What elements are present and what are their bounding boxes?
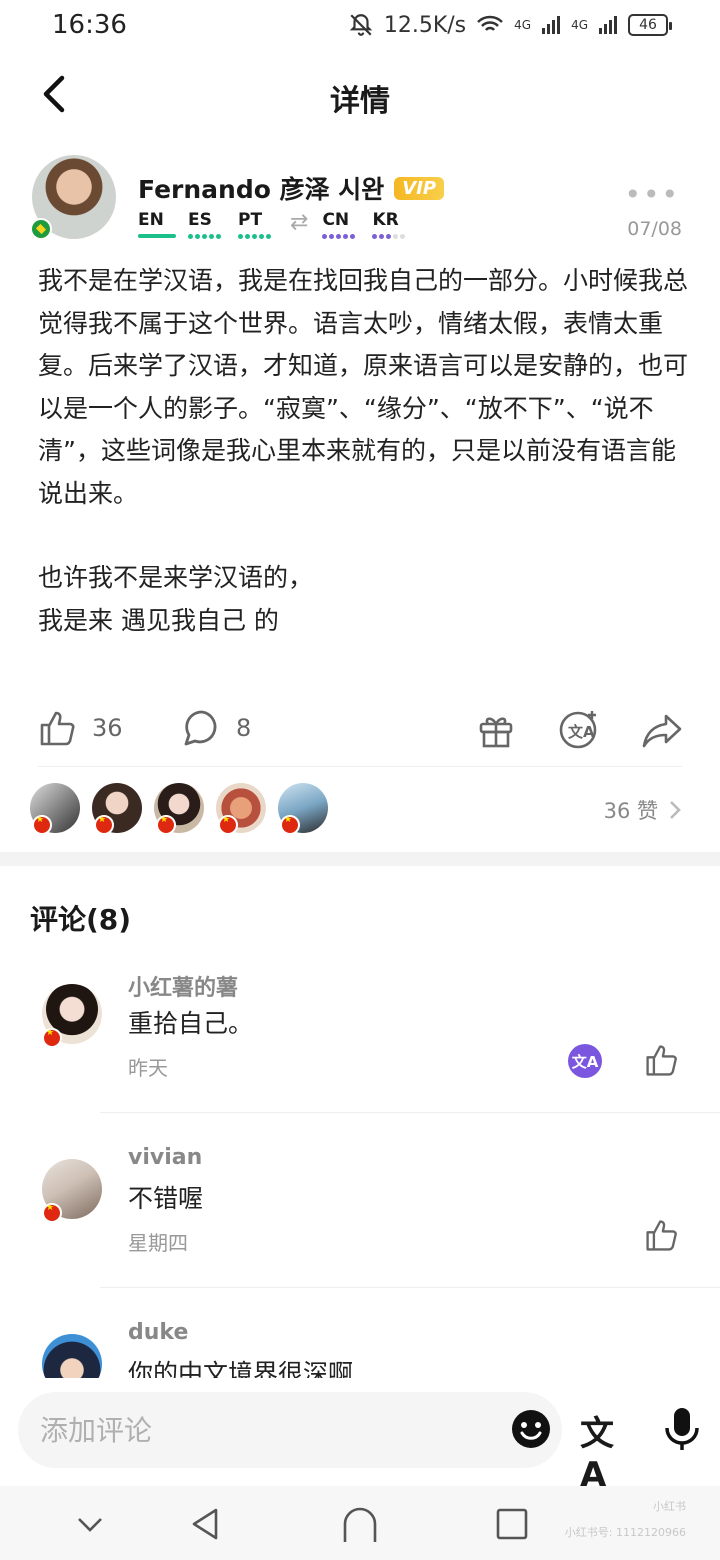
language-es: ES	[188, 210, 226, 239]
likes-summary-text: 36 赞	[603, 799, 658, 823]
post-author: Fernando 彦泽 시완 VIP EN ES PT ⇄ CN KR ••• …	[0, 152, 720, 252]
comment-like-icon[interactable]	[644, 1217, 680, 1253]
level-dots	[188, 234, 226, 239]
brazil-flag-icon	[30, 218, 52, 240]
post-content: 我不是在学汉语，我是在找回我自己的一部分。小时候我总觉得我不属于这个世界。语言太…	[38, 260, 688, 684]
like-button[interactable]: 36	[38, 708, 123, 748]
comment-translate-icon[interactable]: 文A	[568, 1044, 602, 1078]
page-title: 详情	[330, 84, 390, 119]
comment-composer: 文A	[0, 1378, 720, 1495]
like-count: 36	[92, 714, 123, 742]
status-bar: 16:36 12.5K/s 4G 4G 46	[0, 0, 720, 52]
net-speed: 12.5K/s	[383, 12, 467, 38]
comment-input[interactable]	[18, 1392, 562, 1468]
wifi-icon	[477, 15, 504, 31]
likes-summary[interactable]: 36 赞	[604, 795, 682, 825]
hide-keyboard-chevron-icon[interactable]	[72, 1506, 108, 1542]
level-dots	[322, 234, 360, 239]
author-name-row[interactable]: Fernando 彦泽 시완 VIP	[138, 170, 445, 206]
china-flag-icon	[42, 1203, 62, 1223]
language-kr: KR	[372, 210, 410, 239]
gift-icon[interactable]	[476, 710, 516, 750]
status-time: 16:36	[52, 10, 127, 40]
page-header: 详情	[0, 60, 720, 130]
svg-text:文A: 文A	[568, 723, 595, 741]
translate-button[interactable]: 文A	[580, 1406, 626, 1495]
comment-divider	[100, 1287, 720, 1288]
commenter-name[interactable]: duke	[128, 1320, 188, 1345]
post-paragraph: 也许我不是来学汉语的， 我是来 遇见我自己 的	[38, 563, 314, 635]
battery-icon: 46	[628, 14, 672, 36]
mute-bell-icon	[349, 14, 373, 36]
comment-item: vivian 不错喔 星期四	[0, 1145, 720, 1315]
back-triangle-icon[interactable]	[188, 1506, 224, 1542]
comment-item: 小红薯的薯 重拾自己。 昨天 文A	[0, 970, 720, 1140]
china-flag-icon	[156, 815, 176, 835]
system-nav-bar: 小红书 小红书号: 1112120966	[0, 1486, 720, 1560]
comment-bubble-icon	[184, 710, 217, 746]
native-level-bar	[138, 234, 176, 238]
more-options-button[interactable]: •••	[624, 178, 680, 211]
commenter-name[interactable]: vivian	[128, 1145, 202, 1170]
comment-button[interactable]: 8	[182, 708, 251, 748]
watermark: 小红书 小红书号: 1112120966	[564, 1500, 686, 1539]
comment-like-icon[interactable]	[644, 1042, 680, 1078]
status-icons: 12.5K/s 4G 4G 46	[348, 12, 672, 38]
section-separator	[0, 852, 720, 866]
post-date: 07/08	[627, 218, 682, 240]
comment-text: 你的中文境界很深啊	[128, 1359, 354, 1378]
language-cn: CN	[322, 210, 360, 239]
comment-count: 8	[236, 714, 252, 742]
china-flag-icon	[280, 815, 300, 835]
home-icon[interactable]	[342, 1506, 378, 1542]
signal-icon	[542, 16, 561, 34]
china-flag-icon	[94, 815, 114, 835]
language-list: EN ES PT ⇄ CN KR	[138, 210, 410, 239]
chevron-right-icon	[670, 801, 681, 819]
china-flag-icon	[42, 1028, 62, 1048]
vip-badge: VIP	[394, 176, 445, 200]
signal-label-1: 4G	[514, 18, 532, 32]
comment-divider	[100, 1112, 720, 1113]
emoji-icon[interactable]	[510, 1408, 552, 1450]
signal-icon-2	[599, 16, 617, 34]
comment-time: 昨天	[128, 1056, 168, 1080]
signal-label-2: 4G	[571, 18, 588, 32]
share-arrow-icon[interactable]	[640, 710, 684, 750]
swap-arrows-icon: ⇄	[290, 210, 309, 235]
author-name[interactable]: Fernando 彦泽 시완	[138, 170, 384, 206]
comments-heading: 评论(8)	[30, 903, 132, 936]
commenter-avatar[interactable]	[42, 1334, 102, 1378]
divider	[38, 766, 682, 767]
level-dots	[238, 234, 276, 239]
post-actions: 36 8 文A	[0, 702, 720, 758]
china-flag-icon	[218, 815, 238, 835]
language-en: EN	[138, 210, 176, 238]
commenter-name[interactable]: 小红薯的薯	[128, 970, 238, 1002]
thumbs-up-icon	[40, 711, 75, 746]
comment-item: duke 你的中文境界很深啊	[0, 1320, 720, 1378]
comment-text: 重拾自己。	[128, 1009, 254, 1038]
post-paragraph: 我不是在学汉语，我是在找回我自己的一部分。小时候我总觉得我不属于这个世界。语言太…	[38, 266, 689, 508]
language-pt: PT	[238, 210, 276, 239]
china-flag-icon	[32, 815, 52, 835]
comment-text: 不错喔	[128, 1184, 204, 1213]
level-dots	[372, 234, 410, 239]
comment-time: 星期四	[128, 1231, 188, 1255]
recents-square-icon[interactable]	[494, 1506, 530, 1542]
translate-icon[interactable]: 文A	[558, 708, 600, 750]
likers-row[interactable]: 36 赞	[30, 783, 690, 839]
microphone-icon[interactable]	[662, 1406, 702, 1452]
